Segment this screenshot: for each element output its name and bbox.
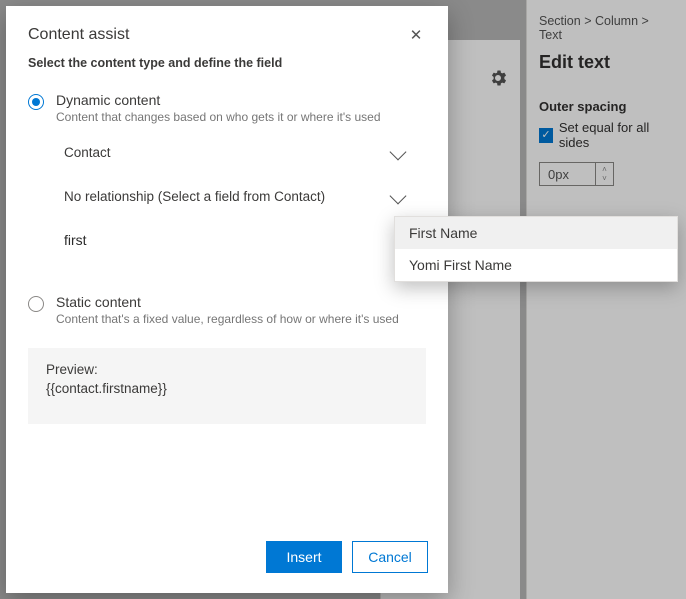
dynamic-desc: Content that changes based on who gets i… [56,110,426,124]
dialog-subtitle: Select the content type and define the f… [6,56,448,76]
chevron-down-icon [390,144,407,161]
close-icon[interactable]: ✕ [406,26,426,46]
preview-box: Preview: {{contact.firstname}} [28,348,426,424]
breadcrumb-section[interactable]: Section [539,14,581,28]
field-search-value: first [64,232,87,248]
relationship-select-value: No relationship (Select a field from Con… [64,189,325,204]
spacing-value: 0px [540,167,595,182]
breadcrumb: Section > Column > Text [539,14,674,42]
dynamic-content-radio[interactable] [28,94,44,110]
static-desc: Content that's a fixed value, regardless… [56,312,426,326]
preview-value: {{contact.firstname}} [46,381,408,396]
suggestion-item[interactable]: First Name [395,217,677,249]
equal-sides-label: Set equal for all sides [559,120,674,150]
dialog-title: Content assist [28,26,129,44]
stepper-arrows-icon[interactable]: ˄˅ [595,163,613,185]
gear-icon[interactable] [490,70,506,86]
field-search-input[interactable]: first [64,226,426,254]
spacing-stepper[interactable]: 0px ˄˅ [539,162,614,186]
static-label: Static content [56,294,426,310]
static-content-option[interactable]: Static content Content that's a fixed va… [28,294,426,326]
cancel-button[interactable]: Cancel [352,541,428,573]
dynamic-label: Dynamic content [56,92,426,108]
static-content-radio[interactable] [28,296,44,312]
dynamic-content-option[interactable]: Dynamic content Content that changes bas… [28,92,426,124]
page-title: Edit text [539,52,674,73]
content-assist-dialog: Content assist ✕ Select the content type… [6,6,448,593]
outer-spacing-label: Outer spacing [539,99,674,114]
entity-select[interactable]: Contact [64,136,426,168]
insert-button[interactable]: Insert [266,541,342,573]
equal-sides-checkbox[interactable] [539,128,553,143]
breadcrumb-text[interactable]: Text [539,28,562,42]
chevron-down-icon [390,188,407,205]
relationship-select[interactable]: No relationship (Select a field from Con… [64,180,426,212]
entity-select-value: Contact [64,145,111,160]
field-suggestion-flyout: First Name Yomi First Name [394,216,678,282]
suggestion-item[interactable]: Yomi First Name [395,249,677,281]
breadcrumb-column[interactable]: Column [595,14,638,28]
right-properties-panel: Section > Column > Text Edit text Outer … [526,0,686,599]
preview-label: Preview: [46,362,408,377]
